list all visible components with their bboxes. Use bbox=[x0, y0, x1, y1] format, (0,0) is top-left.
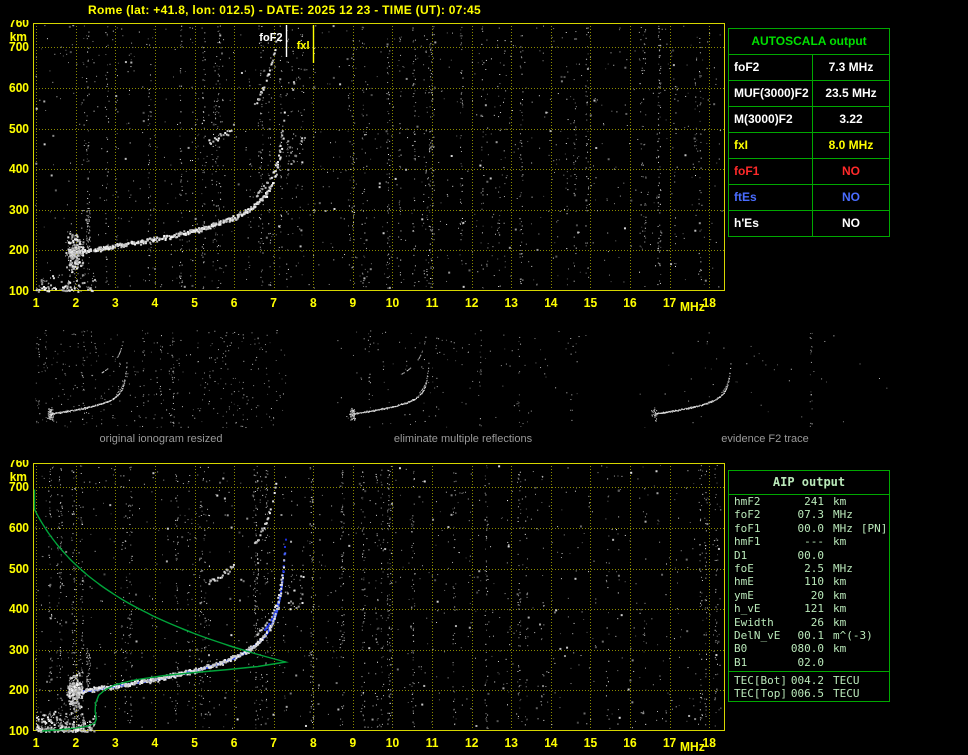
aip-table-separator bbox=[729, 671, 889, 672]
aip-row: foF100.0 MHz [PN] bbox=[729, 522, 889, 535]
autoscala-row: foF27.3 MHz bbox=[729, 55, 889, 81]
aip-row: hmE110 km bbox=[729, 575, 889, 588]
aip-row-value: 110 bbox=[790, 575, 824, 588]
aip-row-label: foF1 bbox=[734, 522, 790, 535]
thumbnail-evidence-f2-trace bbox=[639, 330, 891, 428]
autoscala-row-label: M(3000)F2 bbox=[729, 107, 813, 132]
aip-row-label: TEC[Bot] bbox=[734, 674, 790, 687]
top-ionogram-canvas bbox=[0, 20, 740, 318]
autoscala-row: foF1NO bbox=[729, 159, 889, 185]
aip-row-unit: km bbox=[833, 642, 846, 655]
aip-row-unit: km bbox=[833, 535, 846, 548]
aip-row-value: 080.0 bbox=[790, 642, 824, 655]
aip-row-value: 00.0 bbox=[790, 549, 824, 562]
aip-row-value: 07.3 bbox=[790, 508, 824, 521]
aip-row-unit: MHz bbox=[833, 508, 853, 521]
aip-row-unit: km bbox=[833, 616, 846, 629]
aip-row-label: B0 bbox=[734, 642, 790, 655]
aip-table-tec-rows: TEC[Bot]004.2 TECU TEC[Top]006.5 TECU bbox=[729, 674, 889, 701]
autoscala-output-table: AUTOSCALA output foF27.3 MHzMUF(3000)F22… bbox=[728, 28, 890, 237]
autoscala-row-value: 3.22 bbox=[813, 107, 889, 132]
aip-row: foE2.5 MHz bbox=[729, 562, 889, 575]
aip-row-label: B1 bbox=[734, 656, 790, 669]
aip-row-label: foE bbox=[734, 562, 790, 575]
autoscala-row: h'EsNO bbox=[729, 211, 889, 236]
aip-row: TEC[Top]006.5 TECU bbox=[729, 687, 889, 700]
aip-row-unit: km bbox=[833, 602, 846, 615]
aip-table-rows: hmF2241kmfoF207.3MHzfoF100.0MHz[PN]hmF1-… bbox=[729, 495, 889, 669]
aip-row-extra: [PN] bbox=[861, 522, 888, 535]
thumbnail-caption: original ionogram resized bbox=[35, 433, 287, 445]
aip-row-unit: m^(-3) bbox=[833, 629, 873, 642]
autoscala-row-label: MUF(3000)F2 bbox=[729, 81, 813, 106]
autoscala-row-label: foF1 bbox=[729, 159, 813, 184]
autoscala-row: M(3000)F23.22 bbox=[729, 107, 889, 133]
aip-row: ymE20 km bbox=[729, 589, 889, 602]
aip-row-value: --- bbox=[790, 535, 824, 548]
aip-row-unit: km bbox=[833, 589, 846, 602]
aip-row-value: 121 bbox=[790, 602, 824, 615]
aip-row-value: 26 bbox=[790, 616, 824, 629]
thumbnail-eliminate-reflections bbox=[337, 330, 589, 428]
aip-row: hmF1--- km bbox=[729, 535, 889, 548]
autoscala-row-label: ftEs bbox=[729, 185, 813, 210]
aip-row-label: D1 bbox=[734, 549, 790, 562]
aip-row-unit: km bbox=[833, 575, 846, 588]
aip-row: foF207.3 MHz bbox=[729, 508, 889, 521]
autoscala-row: fxI8.0 MHz bbox=[729, 133, 889, 159]
aip-row-unit: TECU bbox=[833, 674, 860, 687]
autoscala-row-label: foF2 bbox=[729, 55, 813, 80]
aip-row-unit: TECU bbox=[833, 687, 860, 700]
autoscala-row-value: 23.5 MHz bbox=[813, 81, 889, 106]
autoscala-row-value: NO bbox=[813, 185, 889, 210]
autoscala-row-value: NO bbox=[813, 211, 889, 236]
autoscala-row-label: fxI bbox=[729, 133, 813, 158]
thumbnail-caption: evidence F2 trace bbox=[639, 433, 891, 445]
bottom-ionogram-canvas bbox=[0, 460, 740, 755]
aip-table-header: AIP output bbox=[729, 471, 889, 495]
aip-row-value: 004.2 bbox=[790, 674, 824, 687]
aip-row-label: foF2 bbox=[734, 508, 790, 521]
autoscala-row: ftEsNO bbox=[729, 185, 889, 211]
aip-row-label: Ewidth bbox=[734, 616, 790, 629]
aip-row-unit: MHz bbox=[833, 562, 853, 575]
autoscala-app: Rome (lat: +41.8, lon: 012.5) - DATE: 20… bbox=[0, 0, 968, 755]
aip-row-value: 2.5 bbox=[790, 562, 824, 575]
aip-row-label: hmF1 bbox=[734, 535, 790, 548]
aip-row-unit: km bbox=[833, 495, 846, 508]
aip-row-label: hmE bbox=[734, 575, 790, 588]
autoscala-row-value: 8.0 MHz bbox=[813, 133, 889, 158]
aip-row: D100.0 bbox=[729, 549, 889, 562]
aip-row-unit: MHz bbox=[833, 522, 853, 535]
aip-row: DelN_vE00.1 m^(-3) bbox=[729, 629, 889, 642]
autoscala-row: MUF(3000)F223.5 MHz bbox=[729, 81, 889, 107]
autoscala-table-rows: foF27.3 MHzMUF(3000)F223.5 MHzM(3000)F23… bbox=[729, 55, 889, 236]
aip-row-value: 241 bbox=[790, 495, 824, 508]
station-title: Rome (lat: +41.8, lon: 012.5) - DATE: 20… bbox=[88, 3, 481, 17]
aip-row-label: h_vE bbox=[734, 602, 790, 615]
aip-row-value: 02.0 bbox=[790, 656, 824, 669]
aip-row-value: 00.1 bbox=[790, 629, 824, 642]
aip-row: h_vE121 km bbox=[729, 602, 889, 615]
aip-output-table: AIP output hmF2241kmfoF207.3MHzfoF100.0M… bbox=[728, 470, 890, 702]
aip-row: B102.0 bbox=[729, 656, 889, 669]
aip-row: hmF2241 km bbox=[729, 495, 889, 508]
thumbnail-caption: eliminate multiple reflections bbox=[337, 433, 589, 445]
aip-row-value: 20 bbox=[790, 589, 824, 602]
autoscala-row-label: h'Es bbox=[729, 211, 813, 236]
autoscala-row-value: 7.3 MHz bbox=[813, 55, 889, 80]
thumbnail-original-ionogram bbox=[35, 330, 287, 428]
autoscala-table-header: AUTOSCALA output bbox=[729, 29, 889, 55]
aip-row-value: 006.5 bbox=[790, 687, 824, 700]
aip-row-label: TEC[Top] bbox=[734, 687, 790, 700]
aip-row: Ewidth26 km bbox=[729, 616, 889, 629]
aip-row-value: 00.0 bbox=[790, 522, 824, 535]
aip-row: B0080.0 km bbox=[729, 642, 889, 655]
aip-row-label: DelN_vE bbox=[734, 629, 790, 642]
aip-row-label: ymE bbox=[734, 589, 790, 602]
aip-row: TEC[Bot]004.2 TECU bbox=[729, 674, 889, 687]
autoscala-row-value: NO bbox=[813, 159, 889, 184]
aip-row-label: hmF2 bbox=[734, 495, 790, 508]
